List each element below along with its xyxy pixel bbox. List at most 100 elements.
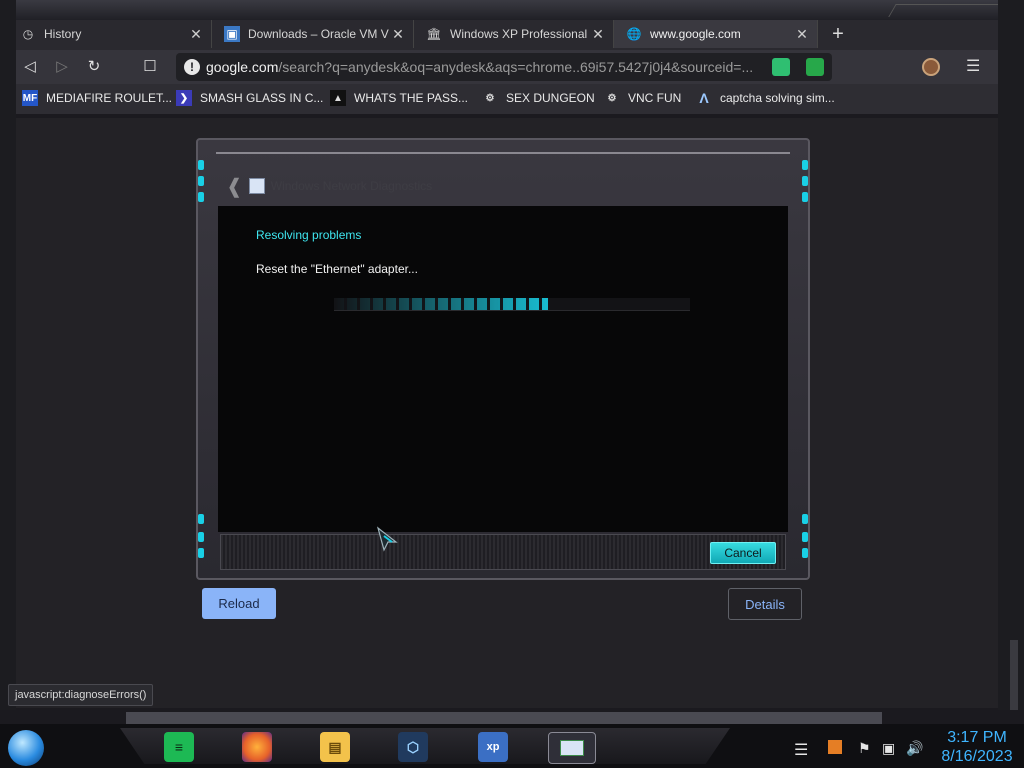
accent-light [198, 514, 204, 524]
browser-toolbar: ◁ ▷ ↻ ☐ ! google.com/search?q=anydesk&oq… [8, 50, 1008, 84]
url-text[interactable]: google.com/search?q=anydesk&oq=anydesk&a… [206, 59, 754, 75]
extension-icon[interactable] [772, 58, 790, 76]
tab-history[interactable]: ◷ History ✕ [8, 20, 212, 48]
url-host: google.com [206, 59, 279, 75]
accent-light [198, 160, 204, 170]
close-icon[interactable]: ✕ [589, 26, 607, 43]
bookmark-item[interactable]: ▲ WHATS THE PASS... [330, 90, 468, 106]
side-rail-right [998, 0, 1024, 710]
file-explorer-icon[interactable]: ▤ [320, 732, 350, 762]
tab-label: History [44, 27, 82, 41]
tab-label: www.google.com [650, 27, 741, 41]
vnc-icon: ⚙ [607, 92, 617, 104]
clock-time: 3:17 PM [947, 729, 1007, 746]
firefox-icon[interactable] [242, 732, 272, 762]
details-button[interactable]: Details [728, 588, 802, 620]
bookmark-label: SEX DUNGEON [506, 91, 595, 105]
bookmark-item[interactable]: ⚙ SEX DUNGEON [482, 90, 595, 106]
info-icon[interactable]: ! [184, 59, 200, 75]
tab-google[interactable]: 🌐 www.google.com ✕ [614, 20, 818, 48]
dialog-top-bar [216, 140, 790, 154]
tab-label: Downloads – Oracle VM Vi [248, 27, 389, 41]
accent-light [802, 514, 808, 524]
accent-light [802, 176, 808, 186]
network-diagnostics-icon [248, 178, 265, 194]
close-icon[interactable]: ✕ [187, 26, 205, 43]
windows-xp-vm-icon[interactable]: xp [478, 732, 508, 762]
network-diagnostics-task[interactable] [548, 732, 596, 764]
accent-light [802, 532, 808, 542]
bookmark-icon[interactable]: ☐ [138, 56, 162, 78]
dialog-title: Windows Network Diagnostics [270, 179, 433, 193]
dungeon-icon: ⚙ [485, 92, 495, 104]
back-arrow-icon[interactable]: ❰ [226, 174, 243, 199]
side-rail-left [0, 0, 16, 710]
bookmark-item[interactable]: Λ captcha solving sim... [696, 90, 835, 106]
mediafire-icon: MF [22, 90, 38, 106]
bookmark-item[interactable]: ❯ SMASH GLASS IN C... [176, 90, 323, 106]
url-path: /search?q=anydesk&oq=anydesk&aqs=chrome.… [278, 59, 754, 75]
accent-light [198, 192, 204, 202]
accent-light [198, 532, 204, 542]
dialog-footer [220, 534, 786, 570]
tab-windows-xp[interactable]: 🏛 Windows XP Professional S ✕ [414, 20, 614, 48]
virtualbox-icon: ▣ [224, 26, 240, 42]
clock-date: 8/16/2023 [941, 748, 1013, 765]
refresh-button[interactable]: ↻ [82, 56, 106, 78]
dialog-status-text: Reset the "Ethernet" adapter... [256, 262, 418, 276]
forward-button[interactable]: ▷ [50, 56, 74, 78]
start-button[interactable] [8, 730, 44, 766]
back-button[interactable]: ◁ [18, 56, 42, 78]
smash-icon: ❯ [176, 90, 192, 106]
virtualbox-icon[interactable]: ⬡ [398, 732, 428, 762]
link-status-bar: javascript:diagnoseErrors() [8, 684, 154, 706]
accent-light [198, 176, 204, 186]
accent-light [802, 160, 808, 170]
menu-icon[interactable]: ☰ [966, 56, 980, 76]
network-icon[interactable]: ▣ [882, 740, 895, 757]
shield-icon[interactable] [806, 58, 824, 76]
window-frame-top [0, 0, 1024, 20]
bookmark-label: VNC FUN [628, 91, 682, 105]
close-icon[interactable]: ✕ [389, 26, 407, 43]
history-icon: ◷ [22, 27, 34, 41]
close-icon[interactable]: ✕ [793, 26, 811, 43]
profile-avatar[interactable] [922, 58, 940, 76]
lock-icon: ▲ [330, 90, 346, 106]
volume-icon[interactable]: 🔊 [906, 740, 923, 757]
globe-icon: 🌐 [626, 27, 642, 41]
bookmark-label: WHATS THE PASS... [354, 91, 469, 105]
bookmark-item[interactable]: ⚙ VNC FUN [604, 90, 682, 106]
bookmark-label: SMASH GLASS IN C... [200, 91, 324, 105]
cancel-button[interactable]: Cancel [710, 542, 776, 564]
dialog-heading: Resolving problems [256, 228, 362, 242]
bookmark-label: captcha solving sim... [720, 91, 835, 105]
taskbar: ≡ ▤ ⬡ xp ☰ ⚑ ▣ 🔊 3:17 PM 8/16/2023 [0, 724, 1024, 768]
horizontal-scrollbar[interactable] [126, 712, 882, 724]
address-bar[interactable]: ! google.com/search?q=anydesk&oq=anydesk… [176, 53, 832, 81]
progress-fill [334, 298, 548, 310]
tab-bar: ◷ History ✕ ▣ Downloads – Oracle VM Vi ✕… [8, 20, 1008, 50]
tab-label: Windows XP Professional S [450, 27, 589, 41]
reload-button[interactable]: Reload [202, 588, 276, 619]
bookmark-label: MEDIAFIRE ROULET... [46, 91, 173, 105]
archive-icon: 🏛 [426, 27, 442, 41]
scrollbar[interactable] [1010, 640, 1018, 710]
accent-light [802, 192, 808, 202]
tray-app-icon[interactable] [828, 740, 842, 754]
clock[interactable]: 3:17 PM 8/16/2023 [934, 728, 1020, 766]
mouse-cursor-icon [376, 526, 398, 552]
new-tab-button[interactable]: + [824, 20, 852, 48]
accent-light [802, 548, 808, 558]
captcha-icon: Λ [699, 90, 709, 106]
tray-stack-icon[interactable]: ☰ [794, 740, 808, 760]
bookmark-item[interactable]: MF MEDIAFIRE ROULET... [22, 90, 172, 106]
bookmarks-bar: MF MEDIAFIRE ROULET... ❯ SMASH GLASS IN … [8, 84, 1008, 114]
dialog-title-row: ❰ Windows Network Diagnostics [226, 174, 433, 199]
tab-downloads[interactable]: ▣ Downloads – Oracle VM Vi ✕ [212, 20, 414, 48]
network-diagnostics-dialog: ❰ Windows Network Diagnostics Resolving … [196, 138, 810, 580]
spotify-icon[interactable]: ≡ [164, 732, 194, 762]
flag-icon[interactable]: ⚑ [858, 740, 871, 757]
dialog-body: Resolving problems Reset the "Ethernet" … [218, 206, 788, 532]
progress-bar [334, 298, 690, 311]
